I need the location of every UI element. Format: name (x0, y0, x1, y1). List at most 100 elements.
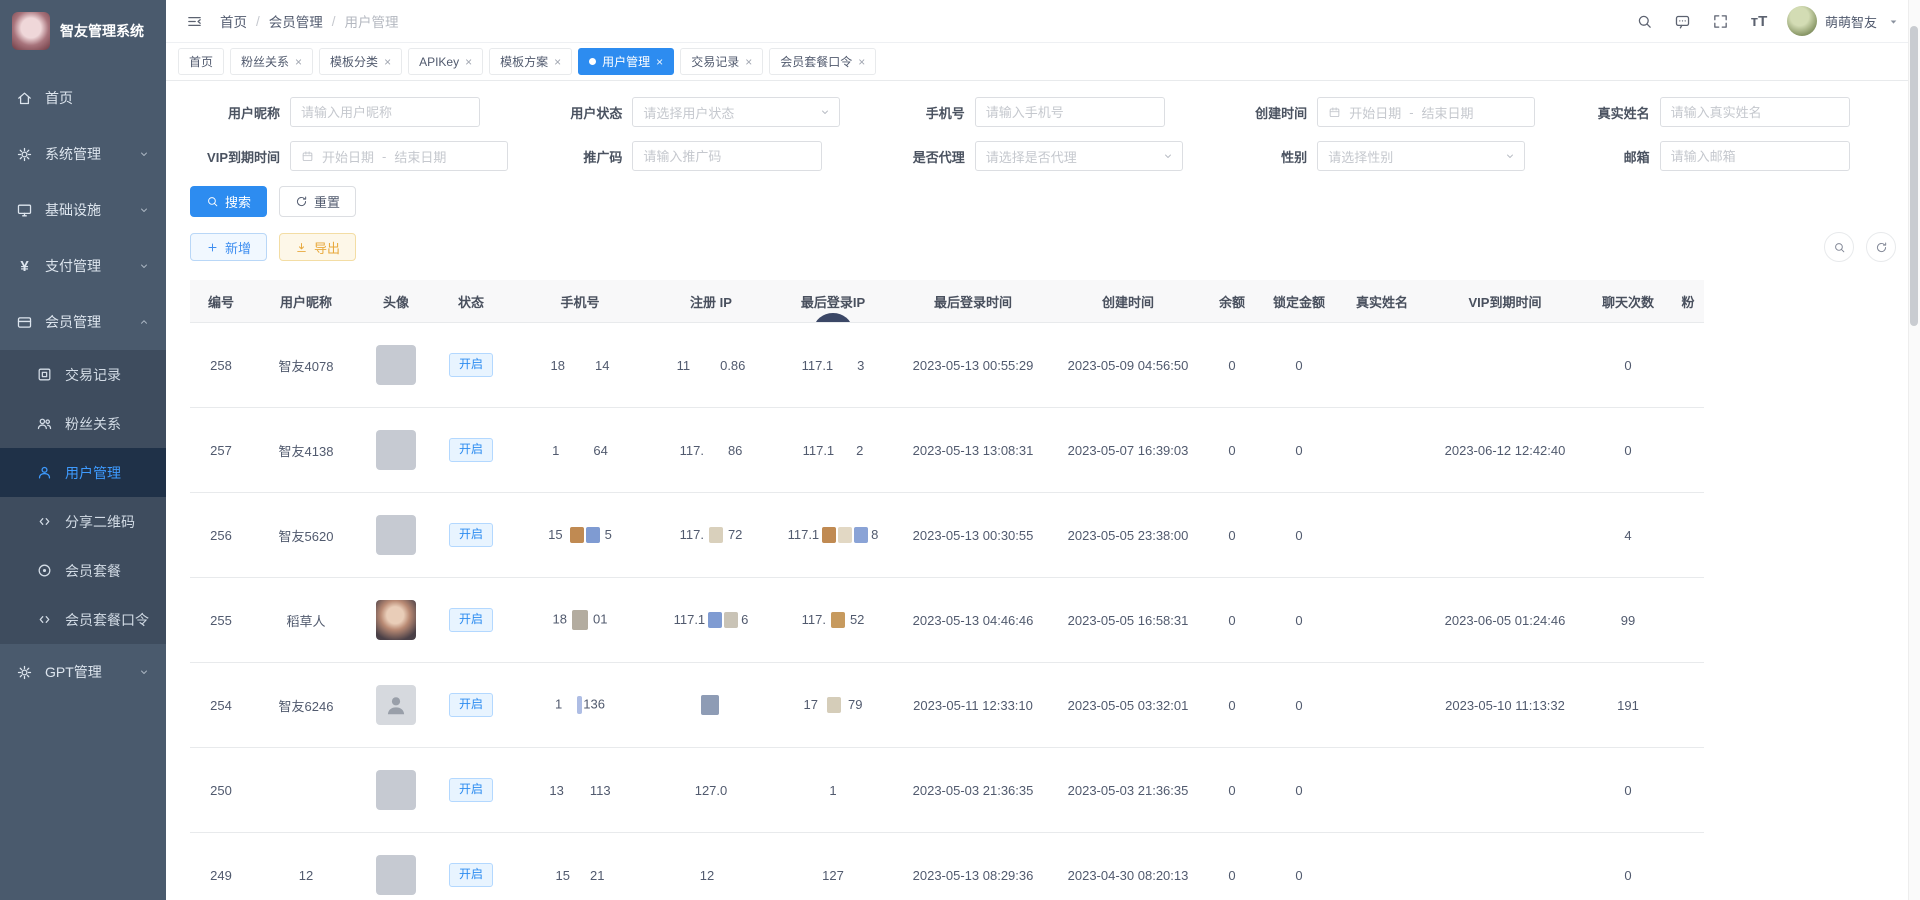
table-row: 254智友6246开启113617792023-05-11 12:33:1020… (190, 663, 1704, 748)
tab-template-plan[interactable]: 模板方案× (489, 48, 572, 75)
avatar (376, 345, 416, 385)
reset-button[interactable]: 重置 (279, 186, 356, 217)
circle-dot-icon (36, 562, 53, 579)
sidebar-item-infrastructure[interactable]: 基础设施 (0, 182, 166, 238)
breadcrumb-item[interactable]: 首页 (220, 11, 247, 31)
tab-close-icon[interactable]: × (745, 56, 752, 68)
sidebar-item-transactions[interactable]: 交易记录 (0, 350, 166, 399)
table-tools (1824, 232, 1896, 262)
cell-text: 117.1 (803, 443, 835, 458)
add-button[interactable]: 新增 (190, 233, 267, 261)
status-badge: 开启 (449, 863, 493, 887)
sidebar-item-fans[interactable]: 粉丝关系 (0, 399, 166, 448)
tab-close-icon[interactable]: × (465, 56, 472, 68)
mask-blob (701, 695, 719, 715)
search-button[interactable] (1635, 11, 1655, 31)
tab-label: 用户管理 (602, 53, 650, 70)
tab-transactions[interactable]: 交易记录× (680, 48, 763, 75)
cell-text: 13 (549, 783, 563, 798)
cell-last-ip: 127 (772, 833, 894, 900)
tab-close-icon[interactable]: × (858, 56, 865, 68)
cell-created: 2023-04-30 08:20:13 (1052, 833, 1204, 900)
sidebar-item-users[interactable]: 用户管理 (0, 448, 166, 497)
sidebar-item-plan-codes[interactable]: 会员套餐口令 (0, 595, 166, 644)
chevron-up-icon (138, 316, 150, 328)
font-size-button[interactable]: тT (1749, 11, 1769, 31)
table-search-button[interactable] (1824, 232, 1854, 262)
tab-apikey[interactable]: APIKey× (408, 48, 483, 75)
breadcrumb-item[interactable]: 会员管理 (269, 11, 323, 31)
tab-plan-codes[interactable]: 会员套餐口令× (769, 48, 876, 75)
table-row: 24912开启1521121272023-05-13 08:29:362023-… (190, 833, 1704, 900)
cell-vip-expire (1426, 833, 1584, 900)
table-row: 256智友5620开启155117.72117.182023-05-13 00:… (190, 493, 1704, 578)
sidebar-item-label: 用户管理 (65, 463, 121, 483)
cell-id: 255 (190, 578, 252, 663)
filter-select-is-agent[interactable]: 请选择是否代理 (975, 141, 1183, 171)
search-button[interactable]: 搜索 (190, 186, 267, 217)
tab-label: 首页 (189, 53, 213, 70)
filter-daterange-vip-expire[interactable]: 开始日期-结束日期 (290, 141, 508, 171)
cell-chats: 0 (1584, 323, 1672, 408)
filter-input-phone[interactable] (975, 97, 1165, 127)
tab-home[interactable]: 首页 (178, 48, 224, 75)
sidebar-item-member[interactable]: 会员管理 (0, 294, 166, 350)
tab-active-dot (589, 58, 596, 65)
tab-fans[interactable]: 粉丝关系× (230, 48, 313, 75)
cell-text: 52 (850, 612, 864, 627)
tab-close-icon[interactable]: × (554, 56, 561, 68)
filter-daterange-created-time[interactable]: 开始日期-结束日期 (1317, 97, 1535, 127)
chevron-down-icon (819, 106, 831, 118)
sidebar-item-home[interactable]: 首页 (0, 70, 166, 126)
sidebar-item-gpt[interactable]: GPT管理 (0, 644, 166, 700)
cell-chats: 99 (1584, 578, 1672, 663)
daterange-end-placeholder: 结束日期 (1422, 103, 1474, 122)
sidebar-item-payment[interactable]: ¥支付管理 (0, 238, 166, 294)
filter-input-nickname[interactable] (290, 97, 480, 127)
refresh-icon (295, 195, 308, 208)
avatar (376, 600, 416, 640)
message-button[interactable] (1673, 11, 1693, 31)
cell-balance: 0 (1204, 663, 1260, 748)
filter-select-status[interactable]: 请选择用户状态 (632, 97, 840, 127)
user-menu[interactable]: 萌萌智友 (1787, 6, 1902, 36)
code-icon (36, 513, 53, 530)
cell-real-name (1338, 578, 1426, 663)
sidebar-item-share-qr[interactable]: 分享二维码 (0, 497, 166, 546)
cell-locked: 0 (1260, 833, 1338, 900)
cell-last-login: 2023-05-13 00:30:55 (894, 493, 1052, 578)
chevron-down-icon (138, 148, 150, 160)
cell-phone: 164 (510, 408, 650, 493)
tab-template-category[interactable]: 模板分类× (319, 48, 402, 75)
sidebar-item-plans[interactable]: 会员套餐 (0, 546, 166, 595)
menu-fold-button[interactable] (184, 11, 204, 31)
chevron-down-icon (138, 204, 150, 216)
tab-close-icon[interactable]: × (384, 56, 391, 68)
filter-select-gender[interactable]: 请选择性别 (1317, 141, 1525, 171)
select-placeholder: 请选择用户状态 (643, 103, 813, 122)
cell-reg-ip: 117.16 (650, 578, 772, 663)
cell-nickname: 智友5620 (252, 493, 360, 578)
cell-real-name (1338, 663, 1426, 748)
breadcrumb-separator: / (332, 14, 336, 29)
filter-input-real-name[interactable] (1660, 97, 1850, 127)
cell-text: 72 (728, 527, 742, 542)
tab-close-icon[interactable]: × (295, 56, 302, 68)
cell-last-login: 2023-05-03 21:36:35 (894, 748, 1052, 833)
fullscreen-button[interactable] (1711, 11, 1731, 31)
cell-locked: 0 (1260, 748, 1338, 833)
export-button[interactable]: 导出 (279, 233, 356, 261)
column-header: 状态 (432, 280, 510, 323)
sidebar-item-system[interactable]: 系统管理 (0, 126, 166, 182)
scrollbar-thumb[interactable] (1910, 26, 1918, 326)
sidebar-item-label: GPT管理 (45, 662, 102, 682)
filter-input-email[interactable] (1660, 141, 1850, 171)
filter-label: 用户状态 (532, 103, 622, 122)
table-refresh-button[interactable] (1866, 232, 1896, 262)
cell-balance: 0 (1204, 578, 1260, 663)
tab-close-icon[interactable]: × (656, 56, 663, 68)
tab-user-management[interactable]: 用户管理 × (578, 48, 674, 75)
caret-down-icon (1885, 13, 1902, 30)
filter-input-promo-code[interactable] (632, 141, 822, 171)
cell-text: 2 (856, 443, 863, 458)
